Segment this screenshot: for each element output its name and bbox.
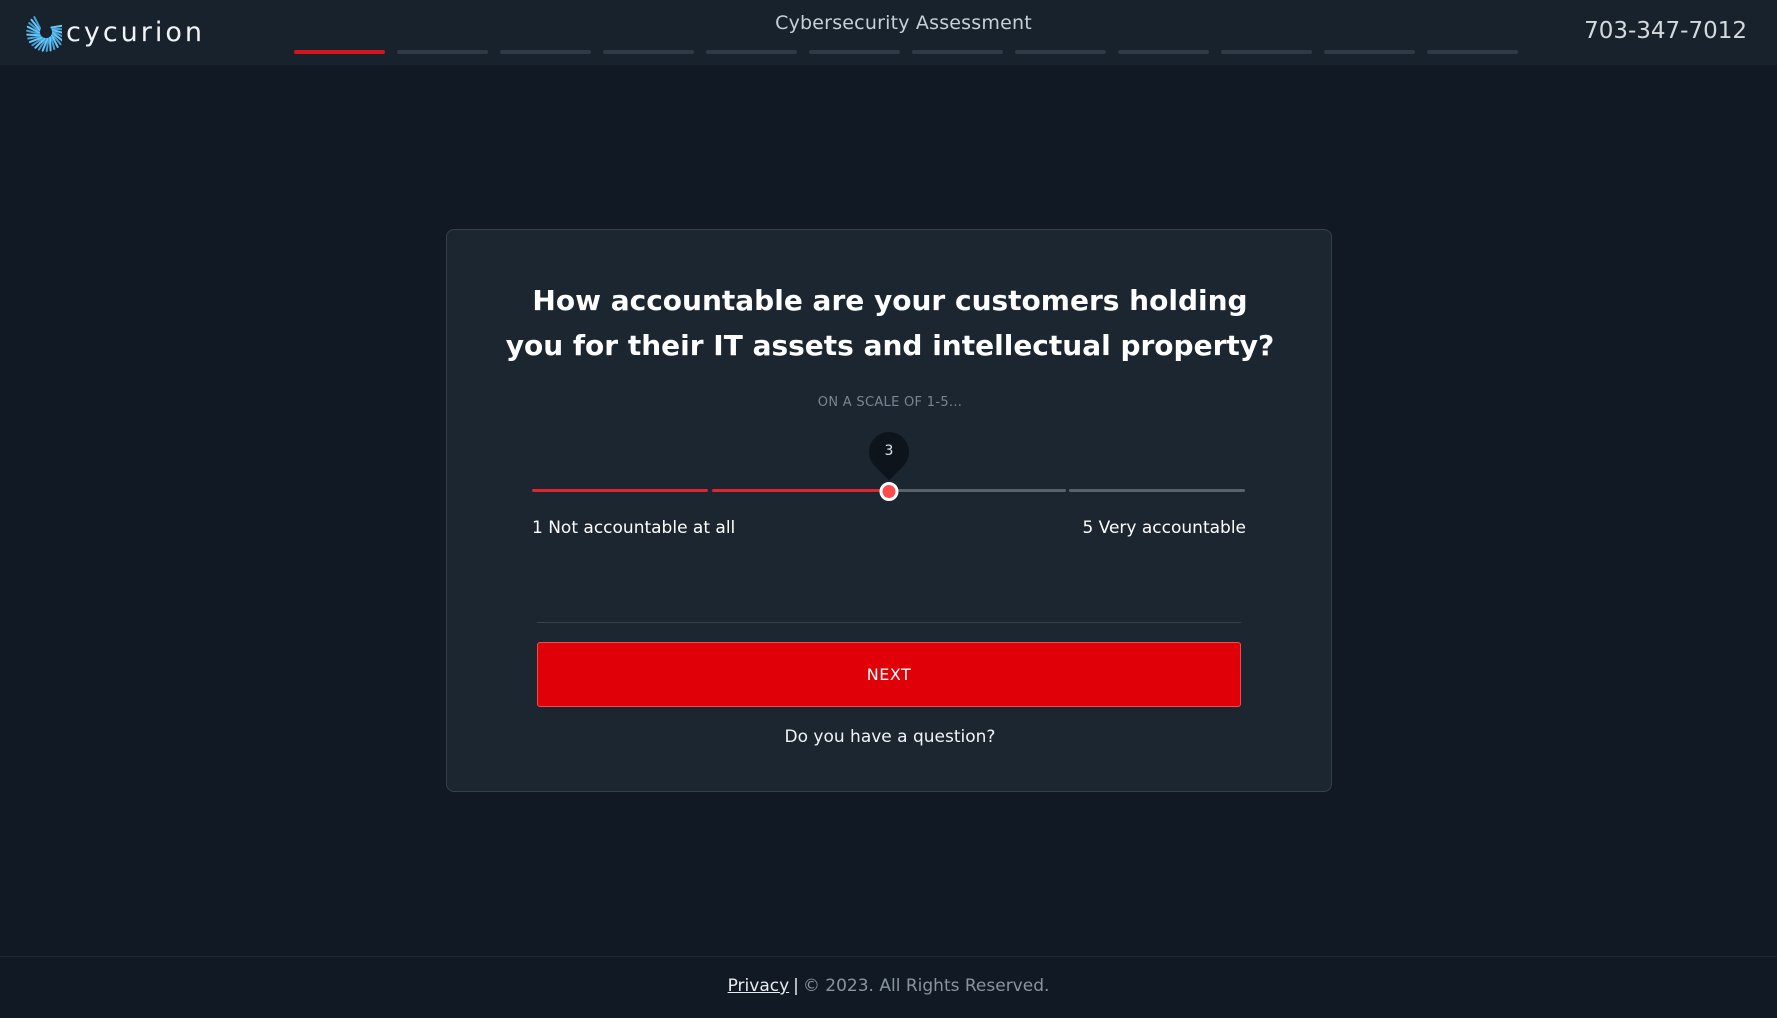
privacy-link[interactable]: Privacy xyxy=(728,976,790,996)
progress-step-7 xyxy=(912,50,1003,54)
page-title: Cybersecurity Assessment xyxy=(775,12,1032,34)
top-header: cycurion Cybersecurity Assessment 703-34… xyxy=(0,0,1777,65)
rating-slider[interactable]: 3 1 Not accountable at all 5 Very accoun… xyxy=(532,423,1246,540)
question-card: How accountable are your customers holdi… xyxy=(446,229,1332,792)
question-line-2: you for their IT assets and intellectual… xyxy=(505,329,1275,362)
progress-step-8 xyxy=(1015,50,1106,54)
progress-step-2 xyxy=(397,50,488,54)
divider xyxy=(537,622,1241,623)
progress-step-5 xyxy=(706,50,797,54)
step-progress-bar xyxy=(294,50,1518,54)
next-button[interactable]: NEXT xyxy=(537,642,1241,707)
progress-step-10 xyxy=(1221,50,1312,54)
question-line-1: How accountable are your customers holdi… xyxy=(532,284,1248,317)
progress-step-12 xyxy=(1427,50,1518,54)
slider-track-segment-1[interactable] xyxy=(532,489,708,492)
slider-track-segment-3[interactable] xyxy=(890,489,1066,492)
progress-step-6 xyxy=(809,50,900,54)
slider-min-label: 1 Not accountable at all xyxy=(532,518,736,538)
progress-step-1 xyxy=(294,50,385,54)
slider-track-segment-4[interactable] xyxy=(1069,489,1245,492)
phone-number[interactable]: 703-347-7012 xyxy=(1584,18,1747,44)
copyright-text: © 2023. All Rights Reserved. xyxy=(802,976,1050,996)
progress-step-3 xyxy=(500,50,591,54)
footer-content: Privacy | © 2023. All Rights Reserved. xyxy=(0,976,1777,996)
footer-separator: | xyxy=(793,976,799,996)
question-text: How accountable are your customers holdi… xyxy=(487,278,1293,368)
scale-hint: ON A SCALE OF 1-5... xyxy=(817,395,963,410)
help-question-link[interactable]: Do you have a question? xyxy=(447,727,1333,747)
slider-track-segment-2[interactable] xyxy=(712,489,888,492)
slider-value-label: 3 xyxy=(884,443,894,459)
slider-max-label: 5 Very accountable xyxy=(1082,518,1246,538)
page-footer: Privacy | © 2023. All Rights Reserved. xyxy=(0,956,1777,1018)
progress-step-11 xyxy=(1324,50,1415,54)
progress-step-9 xyxy=(1118,50,1209,54)
slider-thumb[interactable] xyxy=(879,482,899,501)
progress-step-4 xyxy=(603,50,694,54)
